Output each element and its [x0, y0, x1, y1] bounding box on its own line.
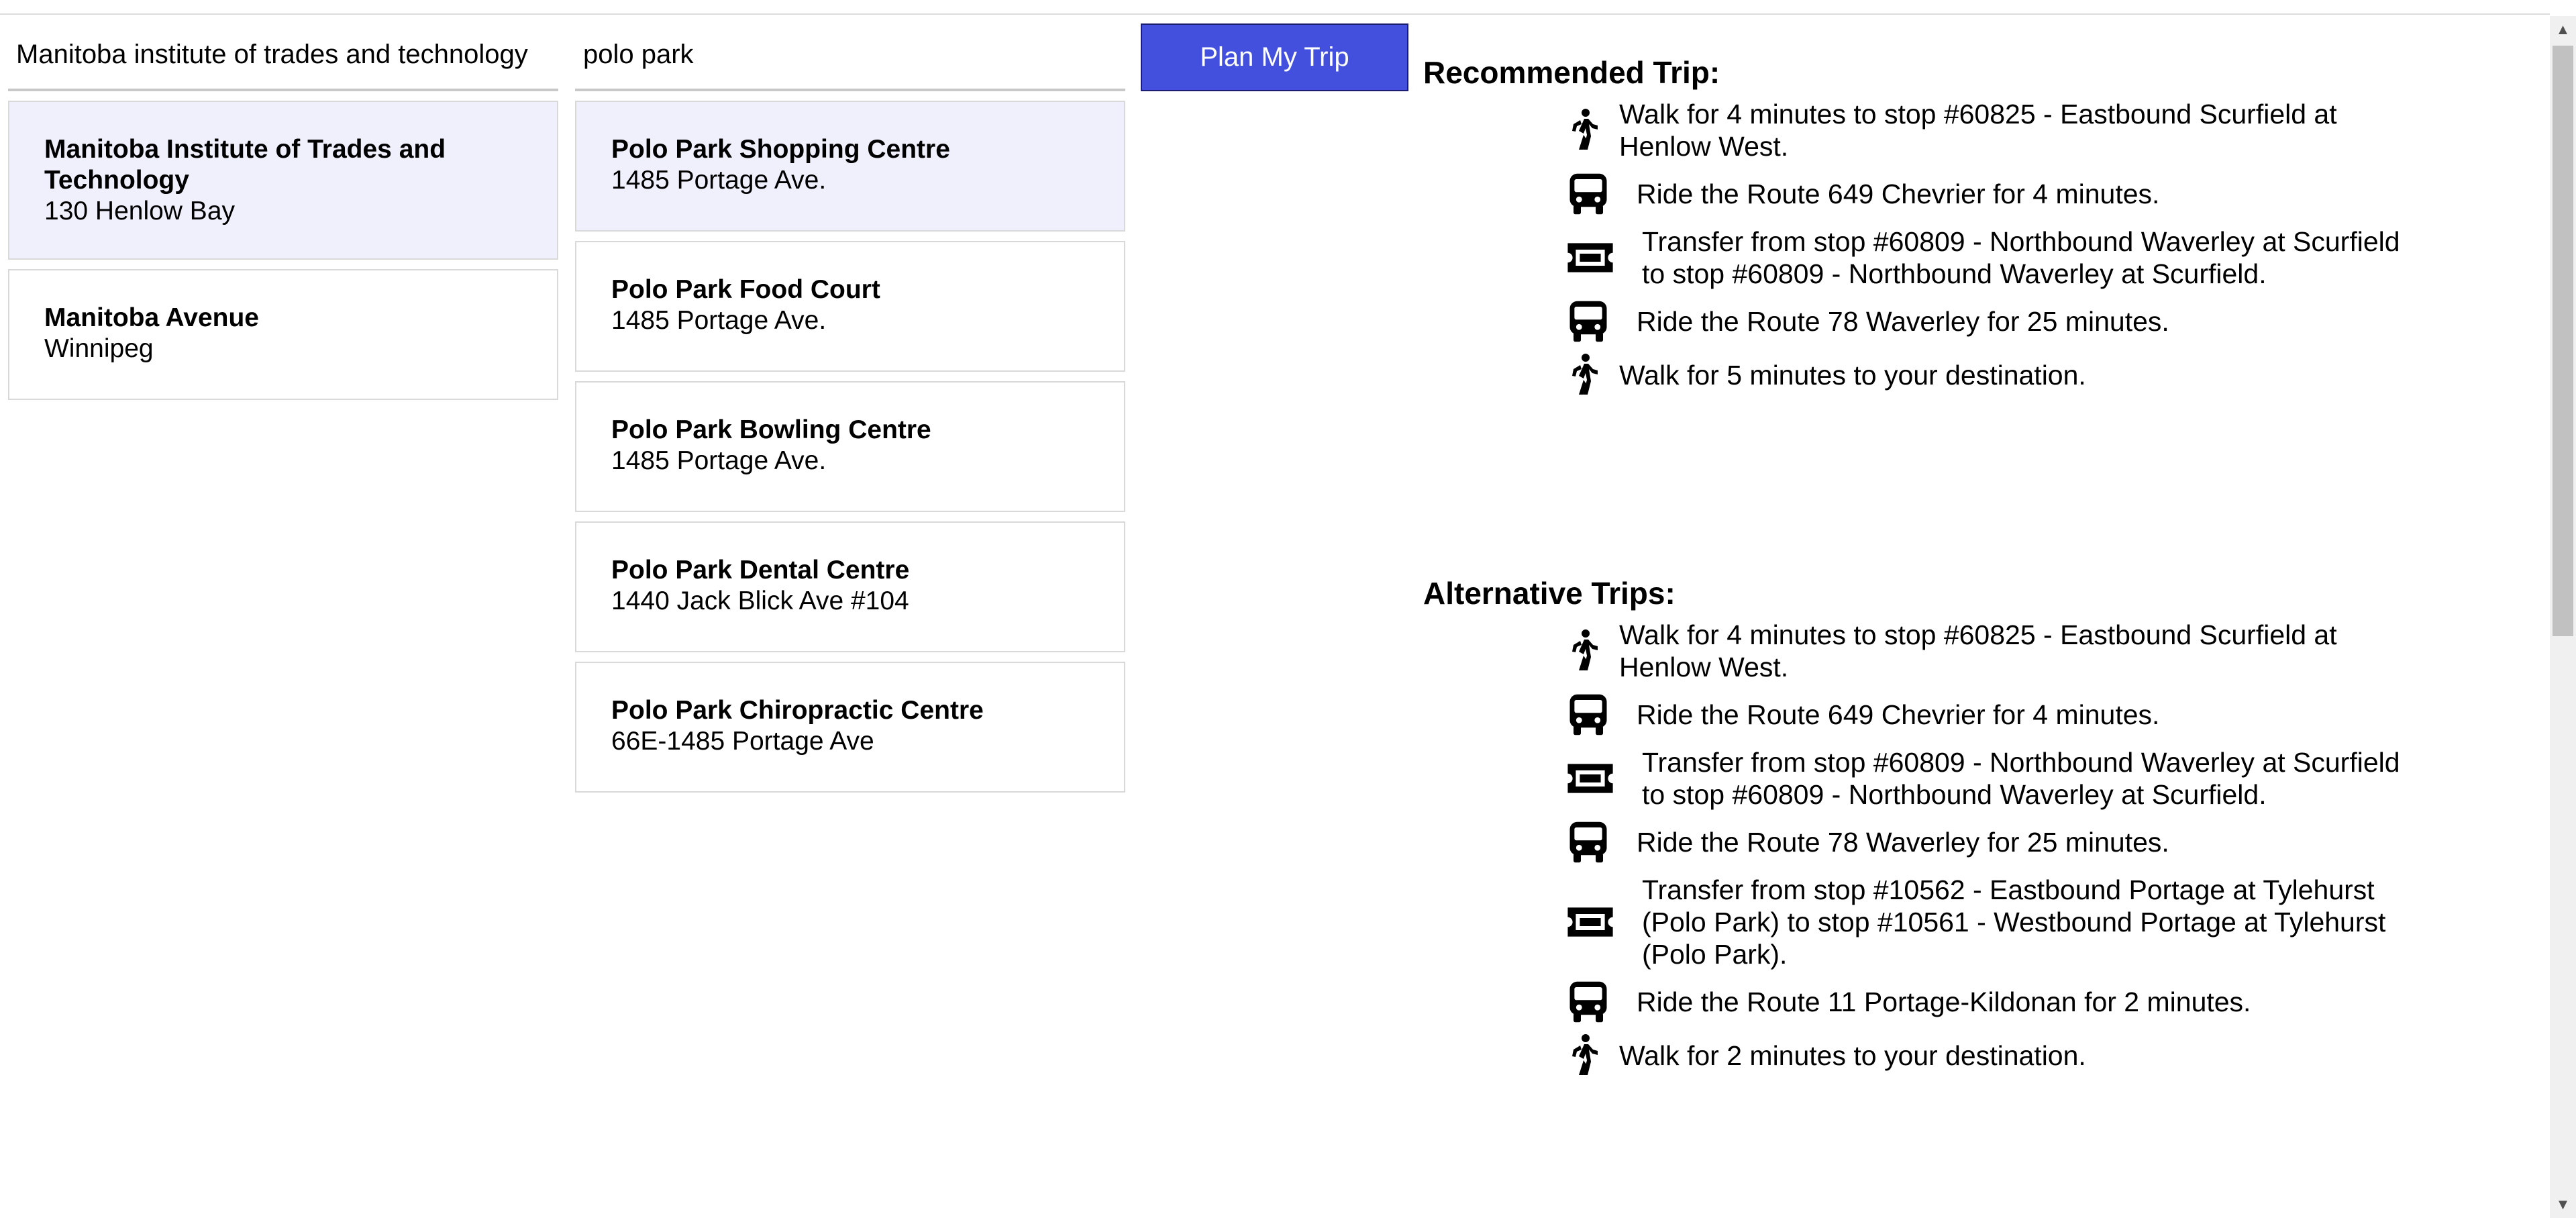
- result-address: Winnipeg: [44, 334, 154, 363]
- bus-icon: [1564, 820, 1612, 864]
- origin-result-item[interactable]: Manitoba Avenue Winnipeg: [8, 269, 558, 400]
- result-name: Polo Park Bowling Centre: [611, 415, 931, 444]
- destination-results-list: Polo Park Shopping Centre 1485 Portage A…: [575, 101, 1125, 793]
- step-text: Walk for 5 minutes to your destination.: [1619, 360, 2086, 391]
- walk-icon: [1564, 1033, 1604, 1078]
- transfer-icon: [1564, 906, 1616, 938]
- alternative-trips-heading: Alternative Trips:: [1423, 576, 1676, 611]
- trip-step: Ride the Route 649 Chevrier for 4 minute…: [1560, 693, 2430, 737]
- result-name: Polo Park Dental Centre: [611, 556, 910, 585]
- destination-result-item[interactable]: Polo Park Food Court 1485 Portage Ave.: [575, 241, 1125, 372]
- trip-step: Ride the Route 78 Waverley for 25 minute…: [1560, 299, 2430, 344]
- origin-results-list: Manitoba Institute of Trades and Technol…: [8, 101, 558, 400]
- transfer-icon: [1564, 762, 1616, 795]
- trip-step: Walk for 5 minutes to your destination.: [1560, 353, 2430, 397]
- destination-result-item[interactable]: Polo Park Bowling Centre 1485 Portage Av…: [575, 381, 1125, 512]
- alternative-trips: Alternative Trips: Walk for 4 minutes to…: [1423, 574, 2430, 1087]
- walk-icon: [1564, 108, 1604, 152]
- walk-icon: [1564, 629, 1604, 673]
- bus-icon: [1564, 299, 1612, 344]
- result-name: Manitoba Institute of Trades and Technol…: [44, 135, 446, 195]
- alternative-steps: Walk for 4 minutes to stop #60825 - East…: [1560, 619, 2430, 1078]
- scroll-down-icon[interactable]: ▼: [2550, 1191, 2576, 1218]
- result-name: Polo Park Food Court: [611, 275, 880, 304]
- result-name: Manitoba Avenue: [44, 303, 259, 332]
- result-address: 1485 Portage Ave.: [611, 446, 827, 475]
- step-text: Walk for 2 minutes to your destination.: [1619, 1040, 2086, 1071]
- origin-result-item[interactable]: Manitoba Institute of Trades and Technol…: [8, 101, 558, 260]
- plan-my-trip-button[interactable]: Plan My Trip: [1141, 23, 1408, 91]
- trip-step: Walk for 4 minutes to stop #60825 - East…: [1560, 98, 2430, 162]
- step-text: Ride the Route 649 Chevrier for 4 minute…: [1637, 699, 2160, 730]
- destination-result-item[interactable]: Polo Park Shopping Centre 1485 Portage A…: [575, 101, 1125, 232]
- step-text: Walk for 4 minutes to stop #60825 - East…: [1619, 619, 2337, 682]
- transfer-icon: [1564, 242, 1616, 274]
- step-text: Walk for 4 minutes to stop #60825 - East…: [1619, 99, 2337, 162]
- result-address: 1485 Portage Ave.: [611, 166, 827, 195]
- bus-icon: [1564, 693, 1612, 737]
- recommended-trip: Recommended Trip: Walk for 4 minutes to …: [1423, 54, 2430, 407]
- trip-step: Walk for 4 minutes to stop #60825 - East…: [1560, 619, 2430, 683]
- trip-step: Ride the Route 78 Waverley for 25 minute…: [1560, 820, 2430, 864]
- destination-column: Polo Park Shopping Centre 1485 Portage A…: [575, 32, 1125, 802]
- destination-result-item[interactable]: Polo Park Chiropractic Centre 66E-1485 P…: [575, 662, 1125, 793]
- trip-step: Transfer from stop #10562 - Eastbound Po…: [1560, 874, 2430, 970]
- scrollbar-thumb[interactable]: [2553, 46, 2573, 636]
- result-address: 130 Henlow Bay: [44, 197, 236, 225]
- bus-icon: [1564, 980, 1612, 1024]
- result-address: 66E-1485 Portage Ave: [611, 727, 874, 756]
- destination-search-input[interactable]: [575, 32, 1125, 91]
- result-name: Polo Park Chiropractic Centre: [611, 696, 984, 725]
- walk-icon: [1564, 353, 1604, 397]
- step-text: Transfer from stop #60809 - Northbound W…: [1642, 747, 2400, 810]
- result-address: 1485 Portage Ave.: [611, 306, 827, 335]
- result-address: 1440 Jack Blick Ave #104: [611, 587, 909, 615]
- bus-icon: [1564, 172, 1612, 216]
- vertical-scrollbar[interactable]: ▲ ▼: [2550, 16, 2576, 1218]
- origin-column: Manitoba Institute of Trades and Technol…: [8, 32, 558, 409]
- trip-step: Walk for 2 minutes to your destination.: [1560, 1033, 2430, 1078]
- step-text: Ride the Route 649 Chevrier for 4 minute…: [1637, 179, 2160, 209]
- step-text: Transfer from stop #10562 - Eastbound Po…: [1642, 874, 2386, 970]
- step-text: Ride the Route 11 Portage-Kildonan for 2…: [1637, 986, 2251, 1017]
- step-text: Ride the Route 78 Waverley for 25 minute…: [1637, 306, 2169, 337]
- recommended-trip-heading: Recommended Trip:: [1423, 55, 1720, 90]
- top-divider: [0, 0, 2550, 15]
- destination-result-item[interactable]: Polo Park Dental Centre 1440 Jack Blick …: [575, 521, 1125, 652]
- result-name: Polo Park Shopping Centre: [611, 135, 950, 164]
- trip-step: Ride the Route 11 Portage-Kildonan for 2…: [1560, 980, 2430, 1024]
- trip-step: Transfer from stop #60809 - Northbound W…: [1560, 225, 2430, 290]
- trip-step: Transfer from stop #60809 - Northbound W…: [1560, 746, 2430, 811]
- step-text: Ride the Route 78 Waverley for 25 minute…: [1637, 827, 2169, 858]
- trip-step: Ride the Route 649 Chevrier for 4 minute…: [1560, 172, 2430, 216]
- origin-search-input[interactable]: [8, 32, 558, 91]
- scroll-up-icon[interactable]: ▲: [2550, 16, 2576, 43]
- recommended-steps: Walk for 4 minutes to stop #60825 - East…: [1560, 98, 2430, 397]
- step-text: Transfer from stop #60809 - Northbound W…: [1642, 226, 2400, 289]
